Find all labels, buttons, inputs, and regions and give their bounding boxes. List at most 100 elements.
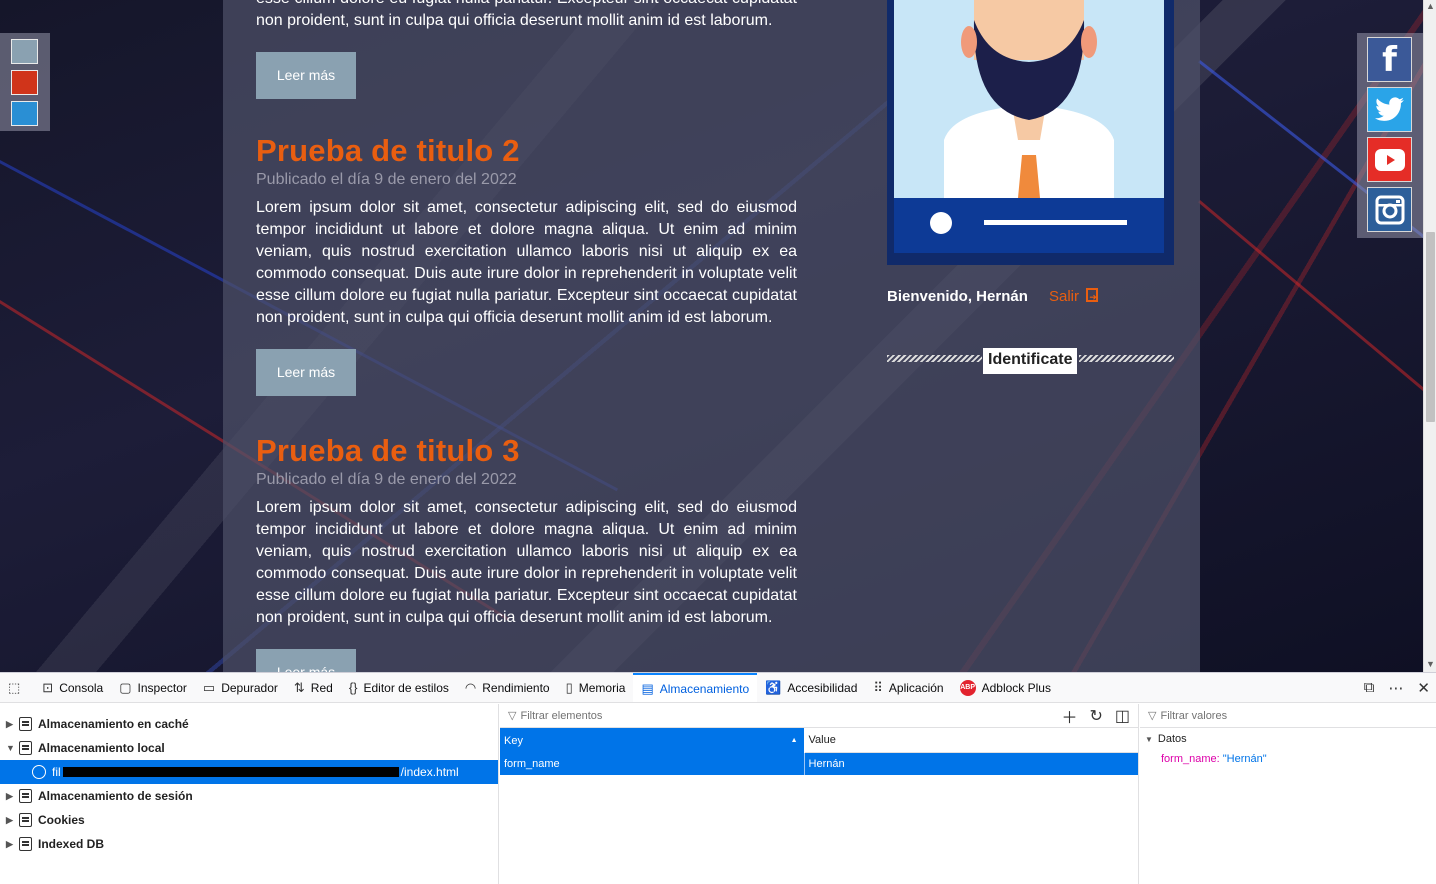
tree-label: Almacenamiento en caché [38,717,189,731]
toggle-sidebar-icon[interactable]: ◫ [1115,706,1130,726]
expand-arrow-icon[interactable]: ▶ [6,815,19,826]
tree-item-local-origin[interactable]: fil /index.html [0,760,498,784]
element-picker-icon[interactable]: ⬚ [6,673,34,702]
add-item-icon[interactable]: ＋ [1061,704,1077,728]
tab-label: Depurador [221,680,278,695]
identify-divider: Identificate [887,348,1174,374]
tab-application[interactable]: ⠿ Aplicación [865,673,951,702]
table-actions: ＋ ↻ ◫ [1061,704,1130,728]
scroll-thumb[interactable] [1426,232,1435,422]
tab-inspector[interactable]: ▢ Inspector [111,673,195,702]
sort-ascending-icon: ▲ [790,737,798,744]
filter-placeholder: Filtrar valores [1160,709,1228,722]
identify-heading: Identificate [983,348,1078,374]
tab-performance[interactable]: ◠ Rendimiento [457,673,558,702]
tree-item-cache[interactable]: ▶ Almacenamiento en caché [0,712,498,736]
collapse-arrow-icon[interactable]: ▼ [6,743,19,753]
tree-item-session-storage[interactable]: ▶ Almacenamiento de sesión [0,784,498,808]
data-entry[interactable]: form_name: "Hernán" [1140,750,1436,768]
filter-placeholder: Filtrar elementos [520,709,603,722]
storage-icon [19,741,32,755]
inspector-icon: ▢ [119,679,132,695]
storage-tree: ▶ Almacenamiento en caché ▼ Almacenamiento… [0,704,499,884]
tree-item-indexed-db[interactable]: ▶ Indexed DB [0,832,498,856]
cell-value[interactable]: Hernán [805,753,1138,775]
tab-style-editor[interactable]: {} Editor de estilos [341,673,457,702]
expand-arrow-icon[interactable]: ▶ [6,791,19,802]
filter-values-input[interactable]: ▽ Filtrar valores [1140,704,1436,728]
filter-items-input[interactable]: ▽ Filtrar elementos ＋ ↻ ◫ [500,704,1138,728]
devtools-window-controls: ⧉ ⋯ ✕ [1364,673,1430,702]
redacted-path [62,767,399,777]
tab-storage[interactable]: ▤ Almacenamiento [633,673,758,702]
theme-swatch-blue[interactable] [11,101,38,126]
tab-memory[interactable]: ▯ Memoria [558,673,634,702]
facebook-icon[interactable]: f [1367,37,1412,82]
post-body: Lorem ipsum dolor sit amet, consectetur … [256,499,797,626]
expand-arrow-icon[interactable]: ▶ [6,719,19,730]
filter-icon: ▽ [508,710,517,722]
tab-label: Rendimiento [482,680,550,695]
tree-label: Almacenamiento de sesión [38,789,193,803]
more-options-icon[interactable]: ⋯ [1388,679,1403,697]
theme-swatch-red[interactable] [11,70,38,95]
tab-label: Almacenamiento [659,681,750,696]
column-header-key[interactable]: Key ▲ [500,728,805,753]
column-label: Key [504,734,523,747]
twitter-icon[interactable] [1367,87,1412,132]
tree-item-local-storage[interactable]: ▼ Almacenamiento local [0,736,498,760]
expand-arrow-icon[interactable]: ▶ [6,839,19,850]
table-row[interactable]: form_name Hernán [500,753,1138,775]
read-more-button[interactable]: Leer más [256,649,356,672]
scroll-down-icon[interactable]: ▼ [1425,658,1436,670]
collapse-arrow-icon[interactable]: ▼ [1145,735,1153,744]
memory-icon: ▯ [565,679,573,695]
origin-prefix: fil [52,765,61,779]
close-icon[interactable]: ✕ [1417,679,1430,697]
post-body: esse cillum dolore eu fugiat nulla paria… [256,0,797,29]
logout-link[interactable]: Salir ➜ [1049,288,1099,305]
social-bar: f [1357,33,1423,238]
logout-icon: ➜ [1086,288,1099,302]
tab-label: Red [310,680,333,695]
console-icon: ⊡ [42,679,54,695]
performance-icon: ◠ [464,679,477,695]
youtube-icon[interactable] [1367,137,1412,182]
accessibility-icon: ♿ [765,679,782,695]
bg-stripe [1198,200,1436,460]
page-viewport: esse cillum dolore eu fugiat nulla paria… [0,0,1436,672]
instagram-icon[interactable] [1367,187,1412,232]
devtools-toolbar: ⬚ ⊡ Consola ▢ Inspector ▭ Depurador ⇅ Red {}… [0,673,1436,703]
dock-side-icon[interactable]: ⧉ [1364,679,1375,696]
storage-icon: ▤ [641,680,654,696]
post-title[interactable]: Prueba de titulo 3 [256,433,797,469]
data-section-header[interactable]: ▼ Datos [1140,728,1436,750]
scroll-up-icon[interactable]: ▲ [1425,0,1436,12]
post-1: esse cillum dolore eu fugiat nulla paria… [256,0,797,99]
theme-swatch-gray[interactable] [11,39,38,64]
storage-icon [19,789,32,803]
post-body: Lorem ipsum dolor sit amet, consectetur … [256,199,797,326]
tab-console[interactable]: ⊡ Consola [34,673,111,702]
read-more-button[interactable]: Leer más [256,52,356,99]
welcome-text: Bienvenido, Hernán [887,288,1028,305]
tab-label: Editor de estilos [363,680,449,695]
tab-label: Accesibilidad [787,680,858,695]
page-scrollbar[interactable]: ▲ ▼ [1423,0,1436,672]
post-date: Publicado el día 9 de enero del 2022 [256,471,517,488]
tab-network[interactable]: ⇅ Red [286,673,341,702]
tab-adblock-plus[interactable]: ABP Adblock Plus [952,673,1059,702]
theme-color-picker [0,33,50,131]
tree-label: Almacenamiento local [38,741,165,755]
logout-label: Salir [1049,288,1080,305]
data-section-label: Datos [1157,733,1187,745]
tab-label: Memoria [578,680,626,695]
refresh-icon[interactable]: ↻ [1089,706,1102,726]
read-more-button[interactable]: Leer más [256,349,356,396]
tab-debugger[interactable]: ▭ Depurador [195,673,286,702]
tab-accessibility[interactable]: ♿ Accesibilidad [757,673,865,702]
post-title[interactable]: Prueba de titulo 2 [256,133,797,169]
column-header-value[interactable]: Value [804,728,1138,753]
cell-key[interactable]: form_name [500,753,805,775]
tree-item-cookies[interactable]: ▶ Cookies [0,808,498,832]
